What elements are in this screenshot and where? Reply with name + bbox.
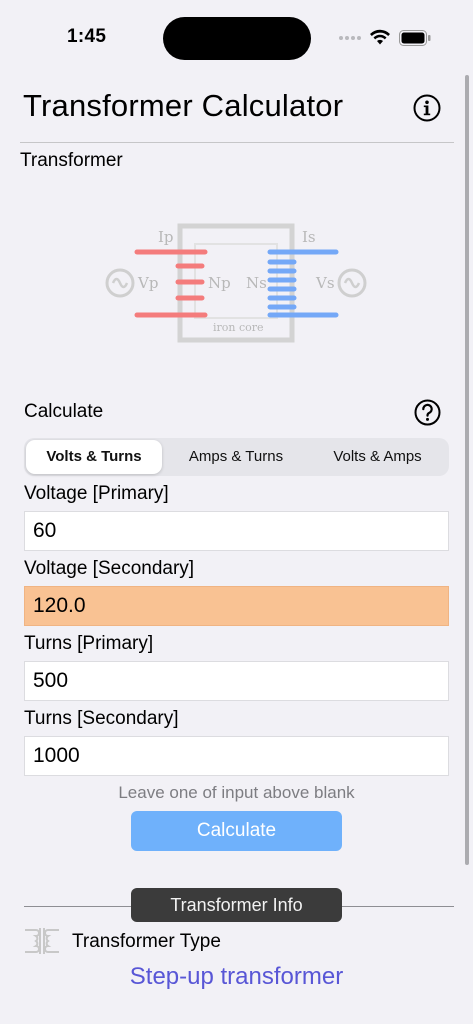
help-icon[interactable]: [414, 399, 441, 426]
status-time: 1:45: [67, 26, 107, 47]
transformer-info-header: Transformer Info: [131, 888, 342, 922]
info-icon[interactable]: [413, 94, 441, 122]
wifi-icon: [370, 29, 390, 45]
diagram-ns-label: Ns: [246, 274, 267, 292]
tab-amps-turns[interactable]: Amps & Turns: [166, 440, 306, 474]
diagram-np-label: Np: [208, 274, 231, 292]
voltage-secondary-label: Voltage [Secondary]: [24, 558, 195, 579]
input-hint: Leave one of input above blank: [118, 783, 355, 802]
turns-primary-input[interactable]: 500: [24, 661, 449, 701]
turns-secondary-label: Turns [Secondary]: [24, 708, 179, 729]
transformer-diagram: Ip Is Vp Vs Np Ns iron core: [105, 223, 367, 343]
diagram-is-label: Is: [302, 228, 316, 246]
diagram-ip-label: Ip: [158, 228, 174, 246]
ac-source-secondary-icon: [337, 268, 367, 298]
calculate-button[interactable]: Calculate: [131, 811, 342, 851]
scrollbar[interactable]: [465, 75, 469, 865]
dynamic-island: [163, 17, 311, 60]
transformer-type-label: Transformer Type: [72, 931, 221, 952]
calculation-mode-selector: Volts & Turns Amps & Turns Volts & Amps: [24, 438, 449, 476]
tab-volts-turns[interactable]: Volts & Turns: [26, 440, 162, 474]
status-bar: 1:45: [0, 0, 473, 78]
battery-icon: [399, 30, 431, 46]
page-title: Transformer Calculator: [23, 88, 344, 123]
transformer-section-label: Transformer: [20, 150, 123, 171]
turns-secondary-input[interactable]: 1000: [24, 736, 449, 776]
diagram-vp-label: Vp: [137, 274, 158, 292]
tab-volts-amps[interactable]: Volts & Amps: [308, 440, 447, 474]
transformer-symbol-icon: [25, 928, 59, 954]
voltage-primary-input[interactable]: 60: [24, 511, 449, 551]
voltage-primary-label: Voltage [Primary]: [24, 483, 169, 504]
turns-primary-label: Turns [Primary]: [24, 633, 154, 654]
diagram-core-label: iron core: [213, 321, 264, 334]
transformer-type-value: Step-up transformer: [129, 963, 344, 990]
diagram-vs-label: Vs: [315, 274, 335, 292]
ac-source-primary-icon: [105, 268, 135, 298]
voltage-secondary-input[interactable]: 120.0: [24, 586, 449, 626]
title-divider: [20, 142, 454, 143]
calculate-section-label: Calculate: [24, 401, 104, 422]
